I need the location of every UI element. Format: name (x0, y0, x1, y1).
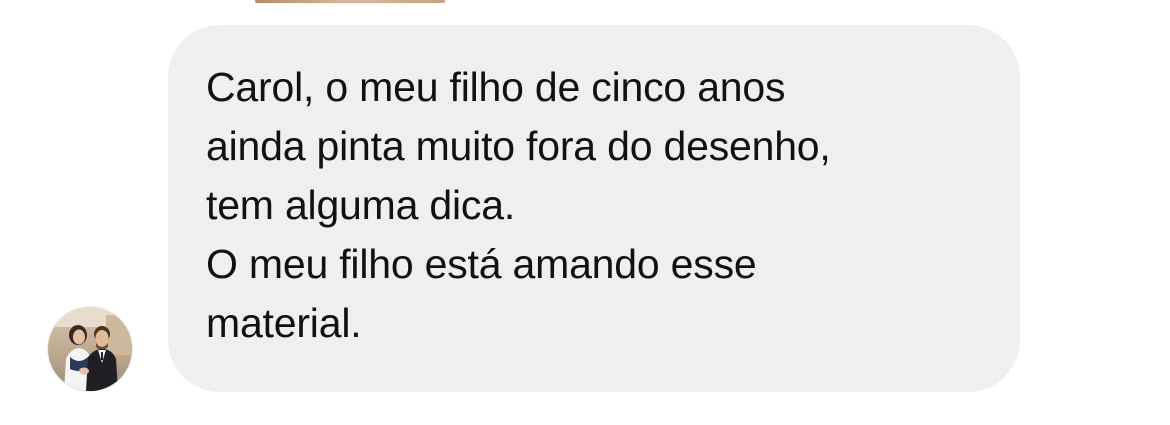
message-text-line: O meu filho está amando esse (206, 241, 757, 287)
message-paragraph-2: O meu filho está amando esse material. (206, 235, 980, 353)
sender-avatar[interactable] (48, 307, 132, 391)
message-text-line: material. (206, 300, 362, 346)
message-bubble[interactable]: Carol, o meu filho de cinco anos ainda p… (168, 25, 1020, 392)
previous-media-edge (255, 0, 445, 3)
message-paragraph-1: Carol, o meu filho de cinco anos ainda p… (206, 58, 980, 235)
profile-photo-icon (48, 307, 132, 391)
message-text-line: tem alguma dica. (206, 182, 516, 228)
message-text-line: ainda pinta muito fora do desenho, (206, 123, 831, 169)
message-text-line: Carol, o meu filho de cinco anos (206, 64, 786, 110)
